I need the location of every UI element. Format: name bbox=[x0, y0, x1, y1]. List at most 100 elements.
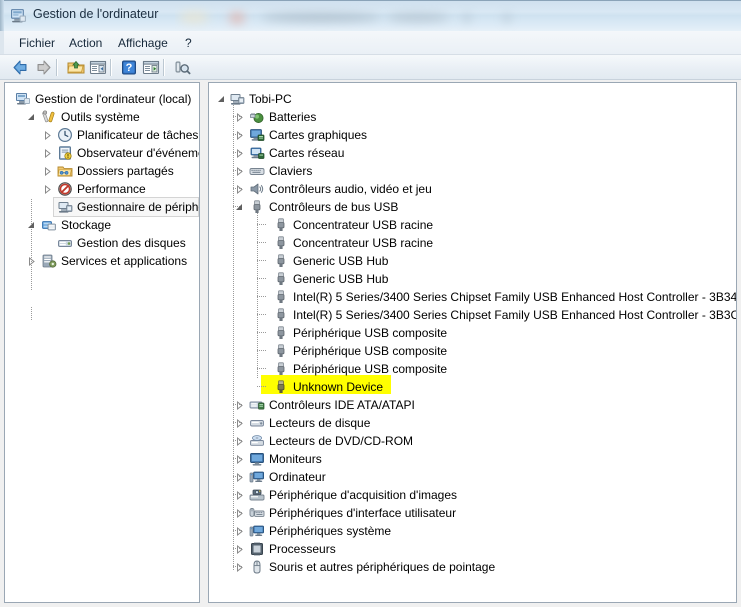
menu-action[interactable]: Action bbox=[64, 35, 107, 51]
device-item-usb-root-hub-2[interactable]: Concentrateur USB racine bbox=[209, 233, 734, 253]
toolbar: ? bbox=[0, 55, 741, 80]
console-tree-pane[interactable]: Gestion de l'ordinateur (local) Outils s… bbox=[4, 82, 200, 603]
computer-management-icon bbox=[11, 9, 26, 23]
aero-glass-blurred-backdrop bbox=[175, 4, 741, 31]
device-item-generic-usb-hub-2[interactable]: Generic USB Hub bbox=[209, 269, 734, 289]
chevron-collapsed-icon[interactable] bbox=[235, 113, 244, 122]
menu-fichier[interactable]: Fichier bbox=[14, 35, 60, 51]
sidebar-item-performance[interactable]: Performance bbox=[5, 179, 199, 199]
sidebar-item-storage[interactable]: Stockage bbox=[5, 215, 199, 235]
usb-icon bbox=[277, 254, 285, 267]
chevron-collapsed-icon[interactable] bbox=[235, 509, 244, 518]
device-item-unknown-device[interactable]: Unknown Device bbox=[209, 377, 734, 397]
sidebar-item-system-tools[interactable]: Outils système bbox=[5, 107, 199, 127]
device-category-dvd-cd-rom-drives[interactable]: Lecteurs de DVD/CD-ROM bbox=[209, 431, 734, 451]
menu-help[interactable]: ? bbox=[180, 35, 197, 51]
chevron-collapsed-icon[interactable] bbox=[235, 545, 244, 554]
sidebar-item-computer-management[interactable]: Gestion de l'ordinateur (local) bbox=[5, 89, 199, 109]
sidebar-item-label: Outils système bbox=[61, 110, 140, 124]
device-category-display-adapters[interactable]: Cartes graphiques bbox=[209, 125, 734, 145]
device-category-keyboards[interactable]: Claviers bbox=[209, 161, 734, 181]
chevron-collapsed-icon[interactable] bbox=[235, 167, 244, 176]
device-item-generic-usb-hub-1[interactable]: Generic USB Hub bbox=[209, 251, 734, 271]
chevron-collapsed-icon[interactable] bbox=[43, 167, 52, 176]
tree-guide-line bbox=[31, 307, 32, 321]
device-category-imaging-devices[interactable]: Périphérique d'acquisition d'images bbox=[209, 485, 734, 505]
chevron-collapsed-icon[interactable] bbox=[235, 149, 244, 158]
device-item-usb-composite-3[interactable]: Périphérique USB composite bbox=[209, 359, 734, 379]
chevron-collapsed-icon[interactable] bbox=[235, 437, 244, 446]
device-category-processors[interactable]: Processeurs bbox=[209, 539, 734, 559]
device-node-label: Concentrateur USB racine bbox=[293, 218, 434, 232]
menu-affichage[interactable]: Affichage bbox=[113, 35, 173, 51]
device-item-intel-usb-ehci-3b34[interactable]: Intel(R) 5 Series/3400 Series Chipset Fa… bbox=[209, 287, 736, 307]
chevron-collapsed-icon[interactable] bbox=[235, 185, 244, 194]
device-node-label: Périphérique USB composite bbox=[293, 362, 448, 376]
refresh-icon[interactable] bbox=[172, 58, 192, 77]
device-item-usb-root-hub-1[interactable]: Concentrateur USB racine bbox=[209, 215, 734, 235]
device-category-mice-pointing[interactable]: Souris et autres périphériques de pointa… bbox=[209, 557, 734, 577]
device-category-hid[interactable]: Périphériques d'interface utilisateur bbox=[209, 503, 734, 523]
network-adapter-icon bbox=[250, 147, 265, 159]
chevron-collapsed-icon[interactable] bbox=[43, 185, 52, 194]
chevron-collapsed-icon[interactable] bbox=[235, 527, 244, 536]
device-node-tobi-pc[interactable]: Tobi-PC bbox=[209, 89, 734, 109]
battery-icon bbox=[250, 113, 264, 123]
device-category-monitors[interactable]: Moniteurs bbox=[209, 449, 734, 469]
device-item-usb-composite-1[interactable]: Périphérique USB composite bbox=[209, 323, 734, 343]
device-tree-pane[interactable]: Tobi-PC Batteries Cartes graphiques Cart… bbox=[208, 82, 737, 603]
chevron-expanded-icon[interactable] bbox=[217, 95, 226, 104]
mouse-icon bbox=[253, 560, 261, 574]
chevron-collapsed-icon[interactable] bbox=[43, 131, 52, 140]
back-arrow-icon[interactable] bbox=[10, 58, 30, 77]
chevron-collapsed-icon[interactable] bbox=[43, 149, 52, 158]
device-node-label: Generic USB Hub bbox=[293, 272, 389, 286]
sidebar-item-disk-management[interactable]: Gestion des disques bbox=[5, 233, 199, 253]
chevron-collapsed-icon[interactable] bbox=[27, 257, 36, 266]
device-node-label: Intel(R) 5 Series/3400 Series Chipset Fa… bbox=[293, 308, 737, 322]
chevron-expanded-icon[interactable] bbox=[27, 113, 36, 122]
sidebar-item-task-scheduler[interactable]: Planificateur de tâches bbox=[5, 125, 199, 145]
chevron-expanded-icon[interactable] bbox=[235, 203, 244, 212]
device-node-label: Cartes graphiques bbox=[269, 128, 368, 142]
device-node-label: Ordinateur bbox=[269, 470, 326, 484]
device-category-disk-drives[interactable]: Lecteurs de disque bbox=[209, 413, 734, 433]
forward-arrow-icon[interactable] bbox=[34, 58, 54, 77]
chevron-collapsed-icon[interactable] bbox=[235, 419, 244, 428]
title-bar[interactable]: Gestion de l'ordinateur bbox=[0, 0, 741, 31]
chevron-collapsed-icon[interactable] bbox=[235, 401, 244, 410]
sidebar-item-shared-folders[interactable]: Dossiers partagés bbox=[5, 161, 199, 181]
up-folder-icon[interactable] bbox=[66, 58, 86, 77]
device-category-system-devices[interactable]: Périphériques système bbox=[209, 521, 734, 541]
services-icon bbox=[42, 254, 57, 268]
chevron-collapsed-icon[interactable] bbox=[235, 563, 244, 572]
sidebar-item-label: Planificateur de tâches bbox=[77, 128, 199, 142]
device-category-computer[interactable]: Ordinateur bbox=[209, 467, 734, 487]
device-category-sound-video-game[interactable]: Contrôleurs audio, vidéo et jeu bbox=[209, 179, 734, 199]
chevron-collapsed-icon[interactable] bbox=[235, 491, 244, 500]
chevron-collapsed-icon[interactable] bbox=[235, 455, 244, 464]
device-item-intel-usb-ehci-3b3c[interactable]: Intel(R) 5 Series/3400 Series Chipset Fa… bbox=[209, 305, 737, 325]
computer-management-window: Gestion de l'ordinateur Fichier Action A… bbox=[0, 0, 741, 607]
device-item-usb-composite-2[interactable]: Périphérique USB composite bbox=[209, 341, 734, 361]
properties-icon[interactable] bbox=[141, 58, 161, 77]
sidebar-item-services-applications[interactable]: Services et applications bbox=[5, 251, 199, 271]
help-icon[interactable]: ? bbox=[119, 58, 139, 77]
sidebar-item-device-manager[interactable]: Gestionnaire de périphé bbox=[5, 197, 199, 217]
device-category-batteries[interactable]: Batteries bbox=[209, 107, 734, 127]
pane-splitter[interactable] bbox=[200, 82, 208, 603]
device-category-network-adapters[interactable]: Cartes réseau bbox=[209, 143, 734, 163]
device-category-ide-ata-atapi[interactable]: Contrôleurs IDE ATA/ATAPI bbox=[209, 395, 734, 415]
chevron-collapsed-icon[interactable] bbox=[235, 131, 244, 140]
system-device-icon bbox=[249, 525, 264, 537]
device-node-label: Processeurs bbox=[269, 542, 336, 556]
device-node-label: Tobi-PC bbox=[249, 92, 292, 106]
show-hide-tree-icon[interactable] bbox=[88, 58, 108, 77]
device-node-label: Souris et autres périphériques de pointa… bbox=[269, 560, 496, 574]
chevron-expanded-icon[interactable] bbox=[27, 221, 36, 230]
device-category-usb-controllers[interactable]: Contrôleurs de bus USB bbox=[209, 197, 734, 217]
computer-node-icon bbox=[249, 471, 264, 483]
dvd-drive-icon bbox=[250, 435, 264, 446]
chevron-collapsed-icon[interactable] bbox=[235, 473, 244, 482]
sidebar-item-event-viewer[interactable]: Observateur d'événeme bbox=[5, 143, 199, 163]
